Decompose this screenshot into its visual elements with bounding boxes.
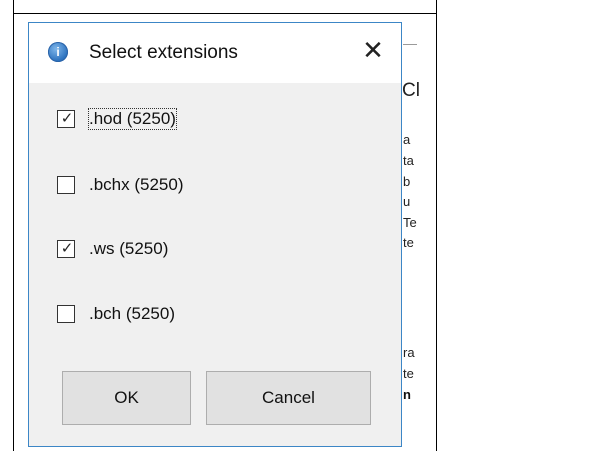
checkmark-icon: ✓ [60, 240, 74, 257]
dialog-title: Select extensions [89, 42, 238, 63]
background-text-line: n [403, 387, 411, 402]
background-text-line: Te [403, 215, 417, 230]
background-divider [403, 44, 417, 45]
checkbox-bchx[interactable] [57, 176, 75, 194]
background-text-line: te [403, 235, 414, 250]
background-left-border [13, 0, 14, 451]
dialog-titlebar: i Select extensions ✕ [29, 23, 401, 83]
cancel-button[interactable]: Cancel [206, 371, 371, 425]
checkbox-ws[interactable]: ✓ [57, 240, 75, 258]
option-label-bchx[interactable]: .bchx (5250) [89, 175, 184, 195]
option-label-ws[interactable]: .ws (5250) [89, 239, 168, 259]
select-extensions-dialog: i Select extensions ✕ ✓ .hod (5250) .bch… [28, 22, 402, 447]
background-text-line: a [403, 132, 411, 147]
close-button[interactable]: ✕ [359, 37, 387, 65]
background-right-border [436, 0, 437, 451]
info-icon: i [48, 42, 68, 62]
option-label-hod[interactable]: .hod (5250) [88, 108, 177, 130]
option-label-bch[interactable]: .bch (5250) [89, 304, 175, 324]
background-top-border [13, 13, 437, 14]
background-text-line: u [403, 194, 411, 209]
background-text-line: ra [403, 345, 415, 360]
background-text-line: b [403, 174, 411, 189]
background-heading: Cl [402, 80, 420, 101]
ok-button[interactable]: OK [62, 371, 191, 425]
checkbox-hod[interactable]: ✓ [57, 110, 75, 128]
background-text-line: te [403, 366, 414, 381]
background-text-line: ta [403, 153, 414, 168]
checkmark-icon: ✓ [60, 110, 74, 127]
checkbox-bch[interactable] [57, 305, 75, 323]
